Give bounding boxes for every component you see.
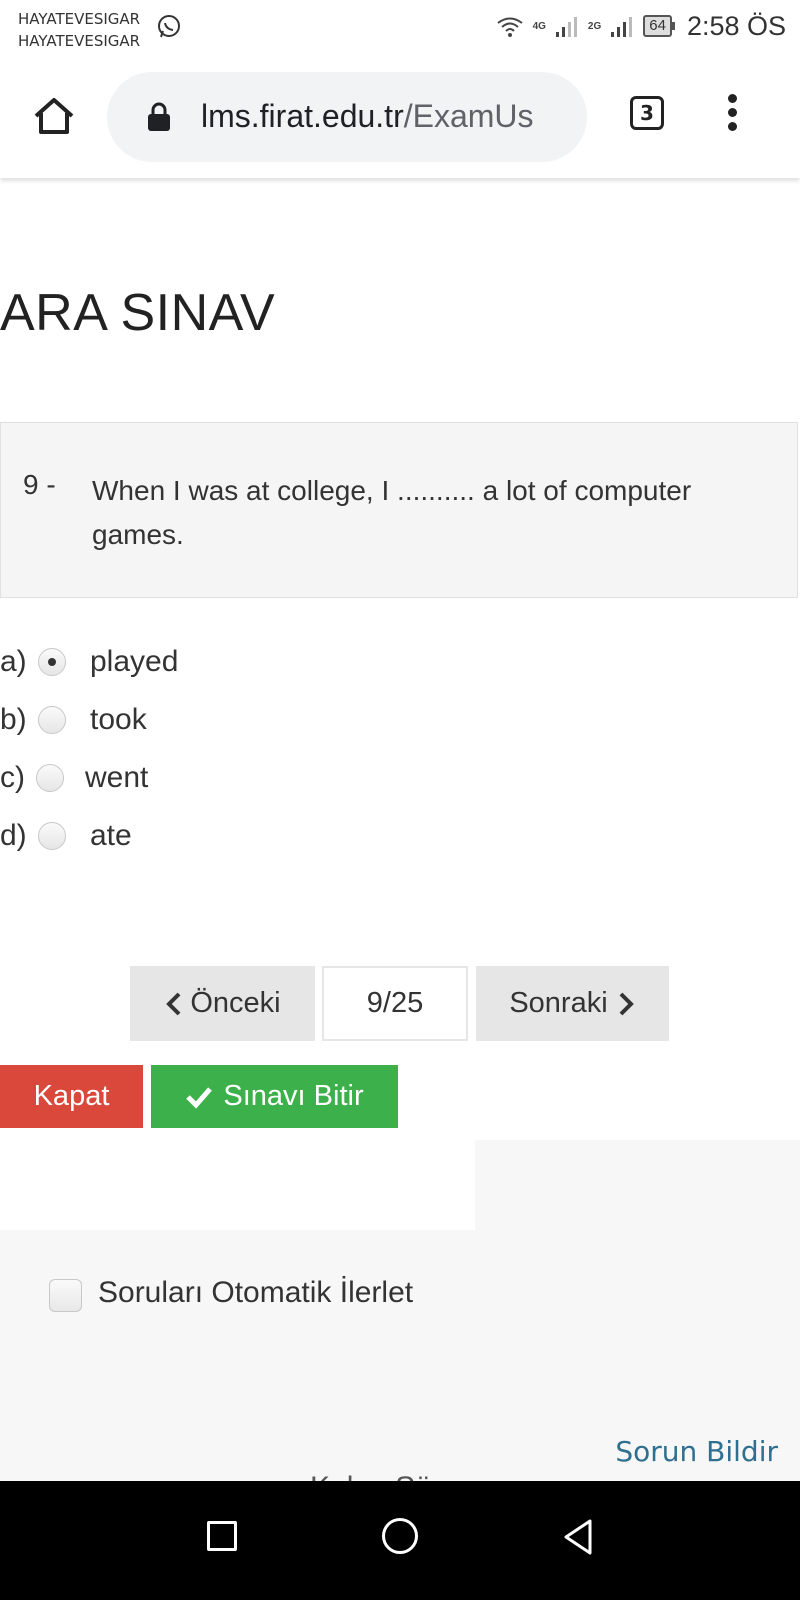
recents-icon[interactable] (207, 1521, 237, 1551)
url-path: /ExamUs (403, 98, 534, 134)
notification-line-1: HAYATEVESIGAR (18, 10, 141, 28)
finish-exam-label: Sınavı Bitir (223, 1080, 364, 1112)
network-type-2: 2G (587, 20, 602, 32)
option-radio[interactable] (38, 822, 66, 850)
chevron-right-icon (619, 992, 634, 1015)
next-label: Sonraki (509, 987, 608, 1019)
question-number: 9 - (23, 469, 56, 500)
tabs-button[interactable]: 3 (630, 96, 664, 130)
option-text: took (90, 703, 147, 736)
option-text: went (85, 761, 149, 794)
panel-background (475, 1140, 800, 1232)
question-text: When I was at college, I .......... a lo… (92, 475, 692, 550)
option-c[interactable]: c) went (0, 758, 148, 798)
report-problem-link[interactable]: Sorun Bildir (615, 1435, 778, 1468)
option-letter: c) (0, 761, 25, 794)
home-circle-icon[interactable] (382, 1518, 418, 1554)
network-type-1: 4G (532, 20, 546, 32)
previous-button[interactable]: Önceki (130, 966, 315, 1041)
notification-line-2: HAYATEVESIGAR (18, 32, 141, 50)
home-icon[interactable] (30, 92, 78, 140)
next-button[interactable]: Sonraki (476, 966, 669, 1041)
lock-icon (148, 102, 170, 131)
option-letter: a) (0, 645, 27, 678)
option-radio[interactable] (38, 706, 66, 734)
auto-advance-label: Soruları Otomatik İlerlet (98, 1276, 414, 1309)
whatsapp-icon (158, 15, 180, 38)
notification-text: HAYATEVESIGAR HAYATEVESIGAR (18, 8, 140, 52)
browser-toolbar: lms.firat.edu.tr/ExamUs 3 (0, 52, 800, 178)
option-text: played (90, 645, 179, 678)
option-d[interactable]: d) ate (0, 816, 132, 856)
status-bar: HAYATEVESIGAR HAYATEVESIGAR 4G 2G 64 2:5… (0, 0, 800, 52)
option-a[interactable]: a) played (0, 642, 178, 682)
battery-level: 64 (643, 15, 672, 37)
previous-label: Önceki (190, 987, 281, 1019)
signal-icon (611, 17, 633, 37)
finish-exam-button[interactable]: Sınavı Bitir (151, 1065, 398, 1128)
option-text: ate (90, 819, 132, 852)
system-navigation-bar (0, 1481, 800, 1600)
clock: 2:58 ÖS (686, 10, 786, 41)
wifi-icon (496, 17, 523, 37)
question-box: 9 - When I was at college, I .......... … (0, 422, 798, 598)
url-text: lms.firat.edu.tr/ExamUs (201, 96, 571, 136)
check-icon (186, 1086, 213, 1109)
auto-advance-checkbox[interactable] (49, 1279, 82, 1312)
option-letter: d) (0, 819, 27, 852)
question-counter: 9/25 (322, 966, 468, 1041)
url-domain: lms.firat.edu.tr (201, 98, 404, 134)
address-bar[interactable]: lms.firat.edu.tr/ExamUs (107, 72, 587, 162)
more-vert-icon[interactable] (724, 94, 740, 136)
chevron-left-icon (166, 992, 181, 1015)
battery-icon: 64 (643, 15, 675, 37)
signal-icon (555, 17, 577, 37)
option-b[interactable]: b) took (0, 700, 147, 740)
page-title: ARA SINAV (0, 284, 276, 342)
close-button[interactable]: Kapat (0, 1065, 143, 1128)
back-icon[interactable] (560, 1517, 596, 1557)
status-icons: 4G 2G 64 2:58 ÖS (495, 10, 786, 42)
option-letter: b) (0, 703, 27, 736)
option-radio[interactable] (36, 764, 64, 792)
option-radio[interactable] (38, 648, 66, 676)
